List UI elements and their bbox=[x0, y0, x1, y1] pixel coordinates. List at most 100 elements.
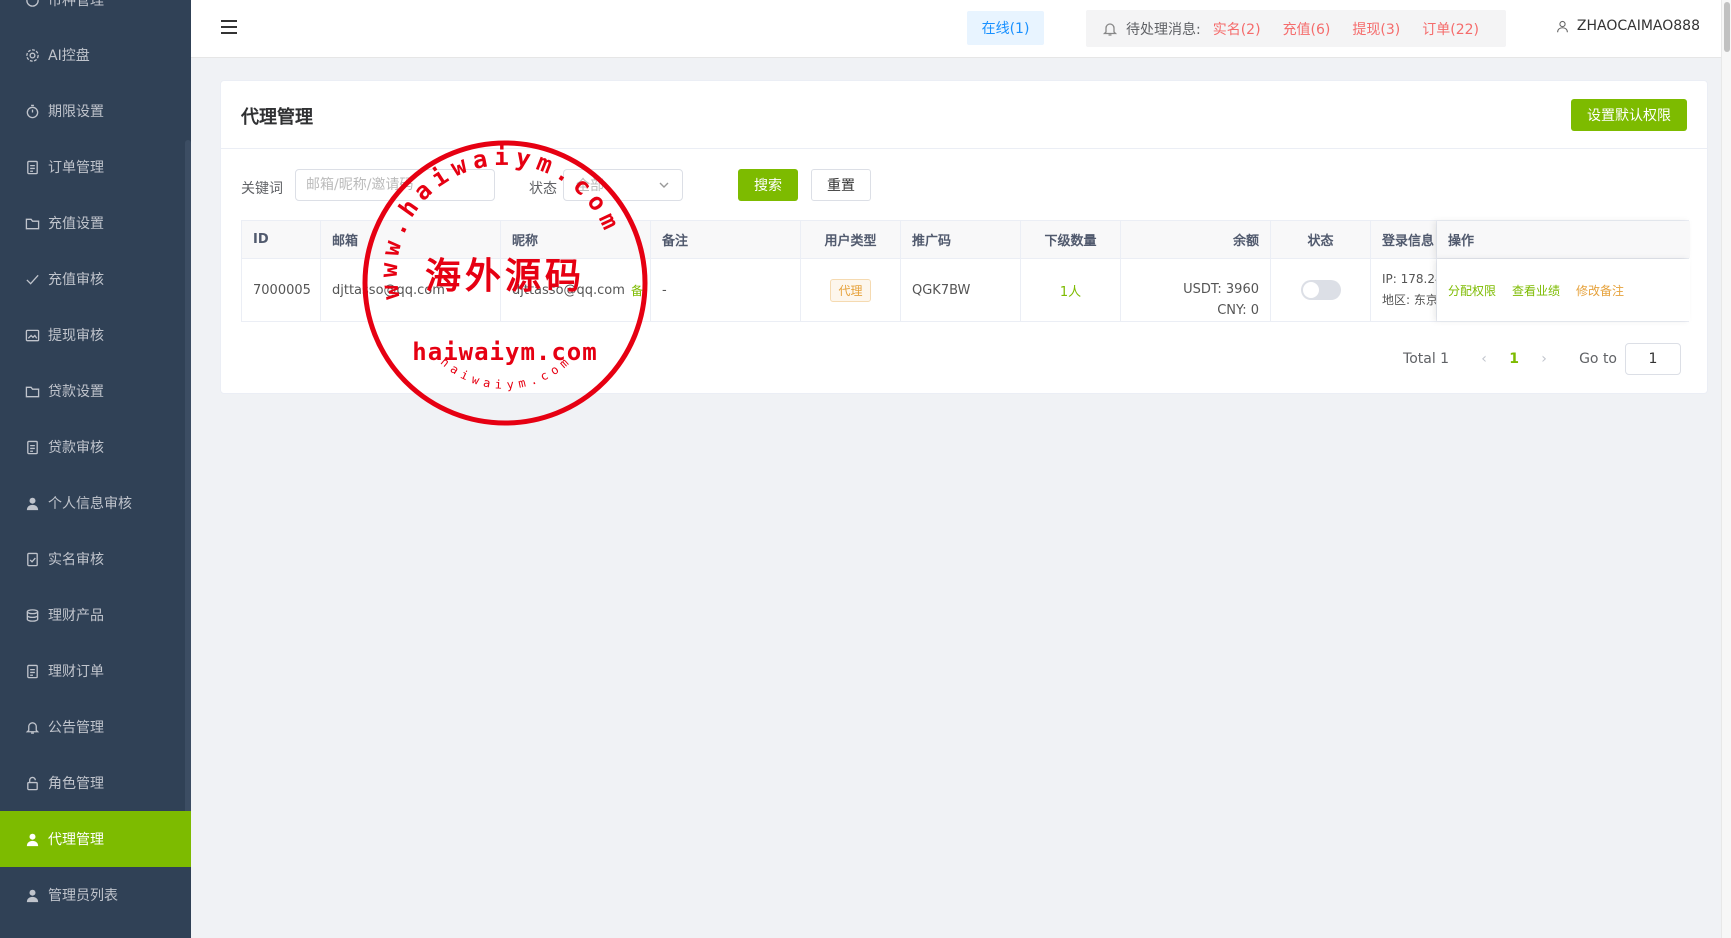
folder-icon bbox=[24, 383, 40, 399]
keyword-search-input[interactable] bbox=[295, 169, 495, 201]
edit-remark-link[interactable]: 修改备注 bbox=[1576, 282, 1624, 299]
sidebar-item-label: 充值审核 bbox=[48, 272, 104, 288]
sidebar-item-withdraw-review[interactable]: 提现审核 bbox=[0, 307, 191, 363]
goto-page-input[interactable] bbox=[1625, 343, 1681, 375]
sidebar-item-announcements[interactable]: 公告管理 bbox=[0, 699, 191, 755]
sidebar-item-admins[interactable]: 管理员列表 bbox=[0, 867, 191, 923]
coin-icon bbox=[24, 0, 40, 8]
view-performance-link[interactable]: 查看业绩 bbox=[1512, 282, 1560, 299]
cell-remark: - bbox=[651, 259, 801, 321]
cell-email: djttasso@qq.com bbox=[321, 259, 501, 321]
sidebar-item-label: 贷款设置 bbox=[48, 384, 104, 400]
bell-icon bbox=[24, 719, 40, 735]
menu-toggle-icon[interactable] bbox=[221, 20, 237, 34]
prev-page-icon[interactable]: ‹ bbox=[1469, 351, 1499, 367]
col-remark: 备注 bbox=[651, 221, 801, 258]
document-icon bbox=[24, 663, 40, 679]
sidebar-item-label: 提现审核 bbox=[48, 328, 104, 344]
page-scrollbar[interactable] bbox=[1721, 0, 1731, 938]
sidebar-item-label: 充值设置 bbox=[48, 216, 104, 232]
pending-orders-link[interactable]: 订单(22) bbox=[1422, 19, 1479, 39]
status-toggle[interactable] bbox=[1300, 280, 1341, 300]
sidebar-item-loan-review[interactable]: 贷款审核 bbox=[0, 419, 191, 475]
sidebar-item-orders[interactable]: 订单管理 bbox=[0, 139, 191, 195]
agents-table: ID 邮箱 昵称 备注 用户类型 推广码 下级数量 余额 状态 登录信息 操作 … bbox=[241, 220, 1690, 322]
cell-id: 7000005 bbox=[242, 259, 321, 321]
sidebar-item-wealth-products[interactable]: 理财产品 bbox=[0, 587, 191, 643]
set-default-permissions-button[interactable]: 设置默认权限 bbox=[1571, 99, 1687, 131]
keyword-label: 关键词 bbox=[241, 181, 283, 197]
assign-permissions-link[interactable]: 分配权限 bbox=[1448, 282, 1496, 299]
sidebar-item-personal-info-review[interactable]: 个人信息审核 bbox=[0, 475, 191, 531]
card-header: 代理管理 设置默认权限 bbox=[221, 81, 1707, 149]
sidebar-item-realname-review[interactable]: 实名审核 bbox=[0, 531, 191, 587]
user-icon bbox=[24, 831, 40, 847]
page-scrollbar-thumb[interactable] bbox=[1724, 2, 1730, 52]
status-select-value: 全部 bbox=[576, 178, 604, 194]
cell-sub-count[interactable]: 1人 bbox=[1021, 259, 1121, 321]
user-menu[interactable]: ZHAOCAIMAO888 bbox=[1556, 18, 1700, 34]
sidebar: 币种管理 AI控盘 期限设置 订单管理 充值设置 充值审核 提现审核 贷款设置 … bbox=[0, 0, 191, 938]
search-button[interactable]: 搜索 bbox=[738, 169, 798, 201]
pending-messages-bar: 待处理消息: 实名(2) 充值(6) 提现(3) 订单(22) bbox=[1086, 10, 1506, 47]
gear-icon bbox=[24, 47, 40, 63]
sidebar-item-recharge-review[interactable]: 充值审核 bbox=[0, 251, 191, 307]
check-icon bbox=[24, 271, 40, 287]
sidebar-item-ai-control[interactable]: AI控盘 bbox=[0, 27, 191, 83]
col-actions: 操作 bbox=[1437, 221, 1690, 258]
cell-actions: 分配权限 查看业绩 修改备注 bbox=[1437, 259, 1690, 321]
cell-promo-code: QGK7BW bbox=[901, 259, 1021, 321]
user-icon bbox=[24, 495, 40, 511]
sidebar-item-loan-settings[interactable]: 贷款设置 bbox=[0, 363, 191, 419]
document-icon bbox=[24, 439, 40, 455]
col-email: 邮箱 bbox=[321, 221, 501, 258]
pending-withdraw-link[interactable]: 提现(3) bbox=[1352, 19, 1400, 39]
balance-cny: CNY: 0 bbox=[1217, 303, 1259, 318]
pagination-total: Total 1 bbox=[1403, 351, 1450, 367]
sidebar-item-label: 个人信息审核 bbox=[48, 496, 132, 512]
col-nickname: 昵称 bbox=[501, 221, 651, 258]
lock-icon bbox=[24, 775, 40, 791]
cell-nickname: djttasso@qq.com 备 bbox=[501, 259, 651, 321]
document-check-icon bbox=[24, 551, 40, 567]
pending-recharge-link[interactable]: 充值(6) bbox=[1283, 19, 1331, 39]
sidebar-item-label: 代理管理 bbox=[48, 832, 104, 848]
pending-realname-link[interactable]: 实名(2) bbox=[1213, 19, 1261, 39]
sidebar-item-label: AI控盘 bbox=[48, 48, 90, 64]
status-select[interactable]: 全部 bbox=[563, 169, 683, 201]
sidebar-item-agents[interactable]: 代理管理 bbox=[0, 811, 191, 867]
col-promo-code: 推广码 bbox=[901, 221, 1021, 258]
bell-icon bbox=[1102, 21, 1118, 37]
cell-balance: USDT: 3960 CNY: 0 bbox=[1121, 259, 1271, 321]
sidebar-item-recharge-settings[interactable]: 充值设置 bbox=[0, 195, 191, 251]
reset-button[interactable]: 重置 bbox=[811, 169, 871, 201]
chevron-down-icon bbox=[659, 182, 669, 188]
user-type-tag: 代理 bbox=[830, 278, 871, 302]
sidebar-item-term-settings[interactable]: 期限设置 bbox=[0, 83, 191, 139]
cell-user-type: 代理 bbox=[801, 259, 901, 321]
cell-login-info: IP: 178.249 地区: 东京 bbox=[1371, 259, 1437, 321]
online-users-badge[interactable]: 在线(1) bbox=[967, 11, 1044, 45]
nickname-text: djttasso@qq.com bbox=[512, 282, 625, 298]
sidebar-item-label: 管理员列表 bbox=[48, 888, 118, 904]
nickname-tag[interactable]: 备 bbox=[631, 282, 643, 299]
sidebar-item-label: 理财订单 bbox=[48, 664, 104, 680]
pagination: Total 1 ‹ 1 › Go to bbox=[1403, 343, 1681, 375]
sidebar-item-currency[interactable]: 币种管理 bbox=[0, 0, 191, 28]
sidebar-item-roles[interactable]: 角色管理 bbox=[0, 755, 191, 811]
pending-messages-label: 待处理消息: bbox=[1126, 21, 1201, 38]
sidebar-item-label: 公告管理 bbox=[48, 720, 104, 736]
page-number[interactable]: 1 bbox=[1499, 351, 1529, 367]
goto-label: Go to bbox=[1579, 351, 1617, 367]
sidebar-item-label: 角色管理 bbox=[48, 776, 104, 792]
next-page-icon[interactable]: › bbox=[1529, 351, 1559, 367]
sidebar-item-label: 实名审核 bbox=[48, 552, 104, 568]
coins-icon bbox=[24, 607, 40, 623]
agent-management-card: 代理管理 设置默认权限 关键词 状态 全部 搜索 重置 ID 邮箱 昵称 备注 … bbox=[220, 80, 1708, 394]
sidebar-item-wealth-orders[interactable]: 理财订单 bbox=[0, 643, 191, 699]
search-form: 关键词 状态 全部 搜索 重置 bbox=[241, 169, 1681, 203]
col-sub-count: 下级数量 bbox=[1021, 221, 1121, 258]
balance-usdt: USDT: 3960 bbox=[1183, 282, 1259, 297]
cell-status bbox=[1271, 259, 1371, 321]
sidebar-item-label: 贷款审核 bbox=[48, 440, 104, 456]
